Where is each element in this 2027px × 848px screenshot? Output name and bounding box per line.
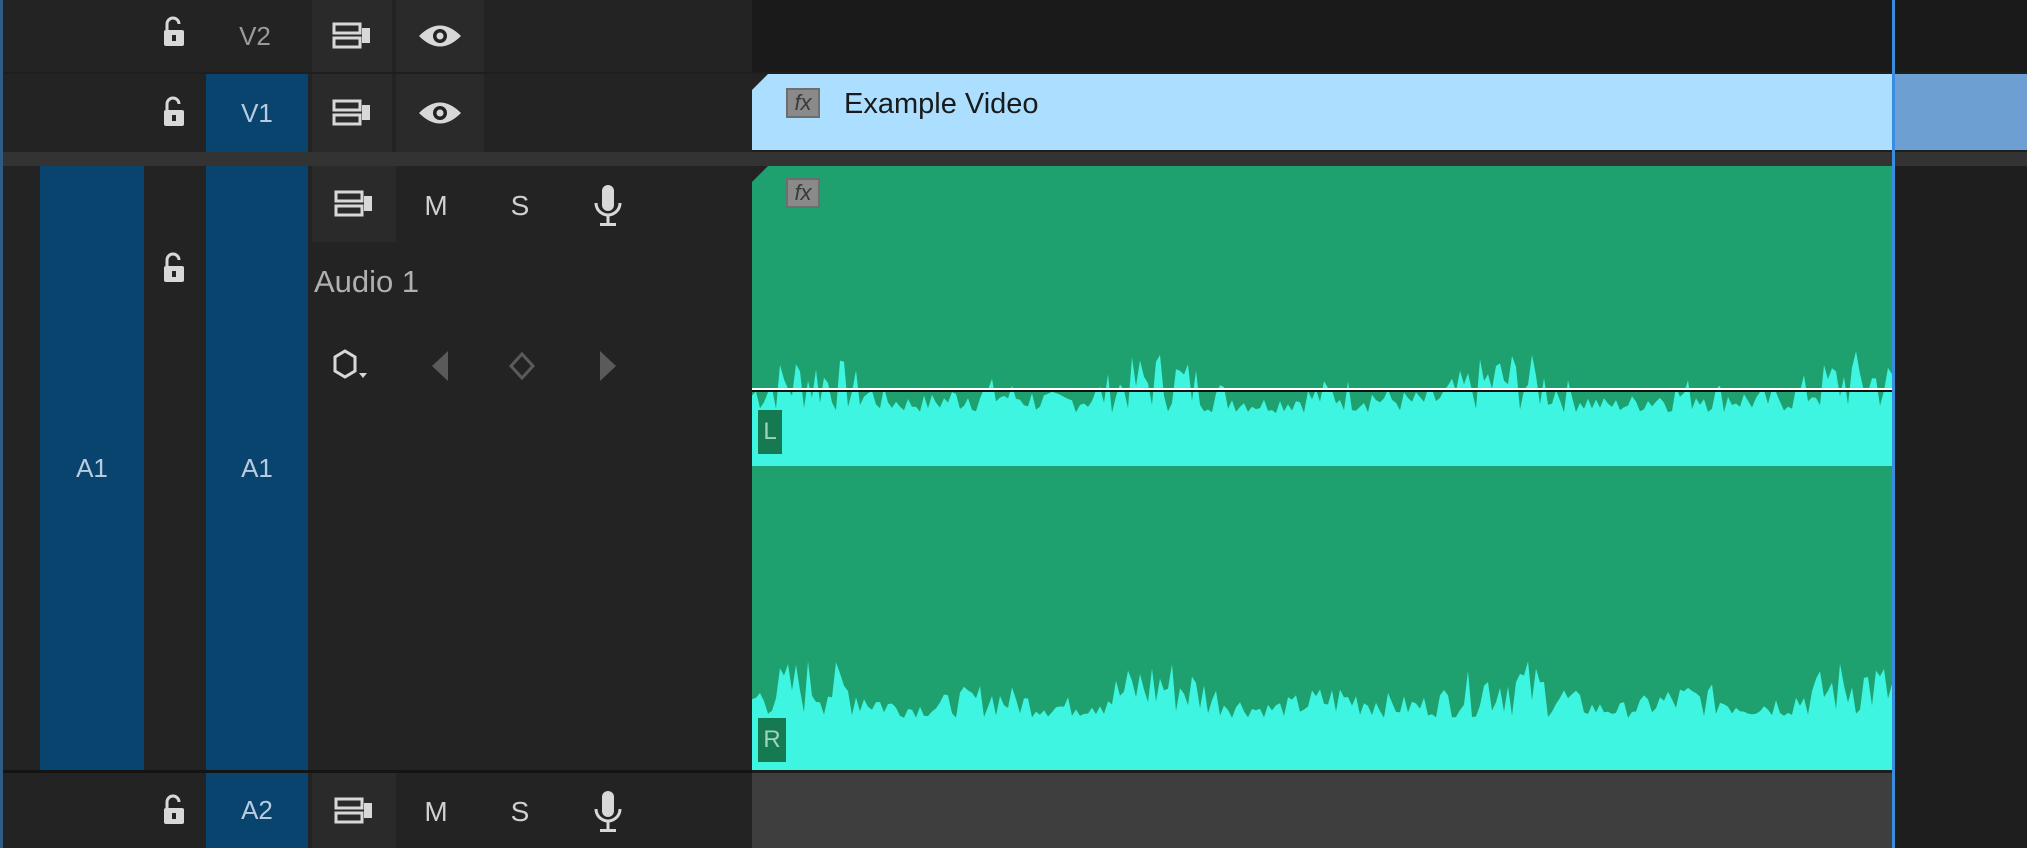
a2-solo-button[interactable]: S (488, 786, 552, 838)
a2-sync-lock-icon[interactable] (312, 773, 396, 848)
v1-sync-lock-icon[interactable] (312, 74, 392, 152)
left-channel-label: L (758, 410, 782, 454)
a1-microphone-icon[interactable] (580, 176, 636, 236)
a1-track-name: Audio 1 (314, 264, 420, 299)
v2-sync-lock-icon[interactable] (312, 0, 392, 72)
left-channel-waveform (752, 351, 1892, 466)
a1-lock-icon[interactable] (152, 248, 196, 288)
a1-track-target[interactable]: A1 (206, 166, 308, 770)
a2-track-target[interactable]: A2 (206, 773, 308, 848)
a1-solo-button[interactable]: S (488, 180, 552, 232)
a2-track-lane[interactable] (752, 773, 2027, 848)
audio-waveform (752, 351, 1894, 770)
a1-source-patch[interactable]: A1 (40, 166, 144, 770)
a2-lock-icon[interactable] (152, 790, 196, 830)
v1-eye-icon[interactable] (396, 74, 484, 152)
v2-track-lane[interactable] (752, 0, 2027, 72)
lane-separator (752, 152, 2027, 166)
video-clip-title: Example Video (844, 88, 1039, 120)
a1-mute-button[interactable]: M (404, 180, 468, 232)
right-channel-waveform (752, 661, 1892, 770)
video-clip-continuation[interactable] (1894, 74, 2027, 150)
v2-lock-icon[interactable] (152, 12, 196, 52)
keyframe-menu-icon[interactable] (326, 342, 376, 388)
v1-lock-icon[interactable] (152, 92, 196, 132)
v2-eye-icon[interactable] (396, 0, 484, 72)
add-keyframe-icon[interactable] (502, 344, 542, 388)
a2-mute-button[interactable]: M (404, 786, 468, 838)
video-fx-badge[interactable]: fx (786, 88, 820, 118)
v1-track-target[interactable]: V1 (206, 74, 308, 152)
playhead[interactable] (1892, 0, 1895, 848)
track-separator (3, 152, 752, 166)
next-keyframe-icon[interactable] (588, 344, 628, 388)
a2-microphone-icon[interactable] (580, 782, 636, 842)
right-channel-label: R (758, 718, 786, 762)
a1-sync-lock-icon[interactable] (312, 166, 396, 242)
video-clip-start-marker (752, 74, 768, 90)
a2-lane-after-playhead[interactable] (1894, 773, 2027, 848)
prev-keyframe-icon[interactable] (420, 344, 460, 388)
v2-track-label[interactable]: V2 (206, 8, 304, 64)
